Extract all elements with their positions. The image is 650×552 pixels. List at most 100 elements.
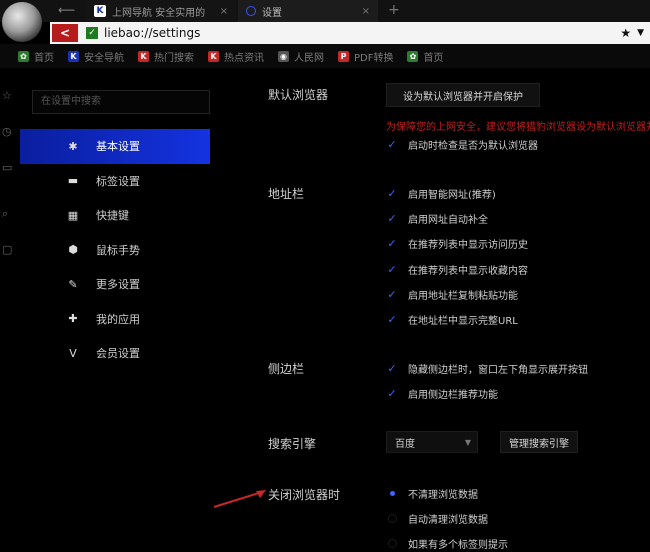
checkbox-option[interactable]: ✓ 在推荐列表中显示访问历史 xyxy=(386,236,528,251)
checkbox-checked-icon[interactable]: ✓ xyxy=(386,288,398,301)
tab-navigation[interactable]: K 上网导航 安全实用的 × xyxy=(86,0,236,22)
bookmark-star-icon[interactable]: ★ xyxy=(620,26,631,40)
section-address-bar: 地址栏 xyxy=(268,187,305,201)
bookmark-label: PDF转换 xyxy=(354,52,394,64)
url-input[interactable]: liebao://settings xyxy=(104,26,200,40)
chevron-down-icon: ▼ xyxy=(464,437,471,447)
address-bar: < ✓ liebao://settings ★ ▼ xyxy=(50,22,650,44)
leaf-icon: ✿ xyxy=(18,50,29,62)
annotation-arrow-icon xyxy=(213,490,266,508)
wrench-icon: ✎ xyxy=(68,277,78,291)
option-label: 启用智能网址(推荐) xyxy=(408,190,496,201)
browser-logo-icon[interactable] xyxy=(2,2,42,42)
checkbox-option[interactable]: ✓ 在地址栏中显示完整URL xyxy=(386,312,518,327)
nav-item[interactable]: ▬ 标签设置 xyxy=(20,164,210,199)
option-label: 在地址栏中显示完整URL xyxy=(408,316,518,327)
pdf-icon: P xyxy=(338,50,349,62)
section-on-close: 关闭浏览器时 xyxy=(268,488,341,502)
checkbox-checked-icon[interactable]: ✓ xyxy=(386,263,398,276)
nav-item[interactable]: ✱ 基本设置 xyxy=(20,129,210,164)
option-label: 自动清理浏览数据 xyxy=(408,515,488,526)
liebao-k-icon: K xyxy=(94,5,106,17)
clock-icon[interactable]: ◷ xyxy=(2,126,14,138)
checkbox-option[interactable]: ✓ 启用智能网址(推荐) xyxy=(386,186,496,201)
option-label: 如果有多个标签则提示 xyxy=(408,540,508,551)
option-label: 启用侧边栏推荐功能 xyxy=(408,390,498,401)
bookmark-item[interactable]: P PDF转换 xyxy=(338,49,393,64)
search-engine-select[interactable]: 百度 ▼ xyxy=(386,431,478,453)
settings-search-input[interactable]: 在设置中搜索 xyxy=(32,90,210,114)
liebao-k-icon: K xyxy=(138,50,149,62)
set-default-browser-button[interactable]: 设为默认浏览器并开启保护 xyxy=(386,83,540,107)
checkbox-checked-icon[interactable]: ✓ xyxy=(386,212,398,225)
bookmark-item[interactable]: K 热门搜索 xyxy=(138,49,194,64)
checkbox-checked-icon[interactable]: ✓ xyxy=(386,237,398,250)
nav-item[interactable]: ▦ 快捷键 xyxy=(20,198,210,233)
puzzle-icon: ✚ xyxy=(68,312,78,326)
checkbox-option[interactable]: ✓ 启用网址自动补全 xyxy=(386,211,488,226)
bookmark-label: 热门搜索 xyxy=(154,52,194,64)
nav-item[interactable]: V 会员设置 xyxy=(20,336,210,371)
tab-settings[interactable]: 设置 × xyxy=(238,0,378,22)
mouse-icon: ⬢ xyxy=(68,243,78,257)
checkbox-checked-icon[interactable]: ✓ xyxy=(386,387,398,400)
back-arrow-icon[interactable]: ⟵ xyxy=(58,3,75,17)
default-browser-warning: 为保障您的上网安全，建议您将猎豹浏览器设为默认浏览器并开启保护 xyxy=(386,122,650,133)
section-sidebar: 侧边栏 xyxy=(268,362,305,376)
tab-title: 设置 xyxy=(262,7,282,19)
radio-selected-icon[interactable] xyxy=(386,488,398,500)
close-icon[interactable]: × xyxy=(220,6,228,17)
radio-option[interactable]: 自动清理浏览数据 xyxy=(386,511,488,526)
nav-item-label: 快捷键 xyxy=(96,209,129,223)
checkbox-checked-icon[interactable]: ✓ xyxy=(386,187,398,200)
bookmark-item[interactable]: ✿ 首页 xyxy=(18,49,54,64)
back-button[interactable]: < xyxy=(52,24,78,42)
search-icon[interactable]: ⌕ xyxy=(2,208,14,220)
new-tab-icon[interactable]: + xyxy=(388,2,400,18)
chat-icon[interactable]: ▢ xyxy=(2,244,14,256)
bookmark-label: 安全导航 xyxy=(84,52,124,64)
nav-item[interactable]: ✎ 更多设置 xyxy=(20,267,210,302)
nav-item-label: 标签设置 xyxy=(96,174,140,188)
check-default-option[interactable]: ✓ 启动时检查是否为默认浏览器 xyxy=(386,137,538,152)
gear-icon: ✱ xyxy=(68,139,78,153)
tab-title: 上网导航 安全实用的 xyxy=(112,7,206,19)
bookmark-item[interactable]: K 热点资讯 xyxy=(208,49,264,64)
bookmarks-bar: ✿ 首页 K 安全导航 K 热门搜索 K 热点资讯 ◉ 人民网 P PDF转换 ✿ 首页 xyxy=(0,44,650,68)
checkbox-option[interactable]: ✓ 启用侧边栏推荐功能 xyxy=(386,386,498,401)
nav-item-label: 基本设置 xyxy=(96,140,140,154)
checkbox-option[interactable]: ✓ 在推荐列表中显示收藏内容 xyxy=(386,262,528,277)
tab-strip: ⟵ K 上网导航 安全实用的 × 设置 × + xyxy=(0,0,650,22)
nav-item[interactable]: ✚ 我的应用 xyxy=(20,302,210,337)
bookmark-item[interactable]: K 安全导航 xyxy=(68,49,124,64)
folder-icon[interactable]: ▭ xyxy=(2,162,14,174)
checkbox-option[interactable]: ✓ 启用地址栏复制粘贴功能 xyxy=(386,287,518,302)
bookmark-item[interactable]: ◉ 人民网 xyxy=(278,49,324,64)
checkbox-checked-icon[interactable]: ✓ xyxy=(386,313,398,326)
option-label: 在推荐列表中显示收藏内容 xyxy=(408,266,528,277)
keyboard-icon: ▦ xyxy=(67,208,79,222)
checkbox-checked-icon[interactable]: ✓ xyxy=(386,138,398,151)
nav-item-label: 会员设置 xyxy=(96,347,140,361)
chevron-down-icon[interactable]: ▼ xyxy=(637,28,644,38)
star-icon[interactable]: ☆ xyxy=(2,90,14,102)
monitor-icon: ▬ xyxy=(67,174,79,188)
bookmark-label: 首页 xyxy=(423,52,444,64)
bookmark-item[interactable]: ✿ 首页 xyxy=(407,49,443,64)
radio-option[interactable]: 如果有多个标签则提示 xyxy=(386,536,508,551)
radio-unselected-icon[interactable] xyxy=(386,538,398,550)
checkbox-option[interactable]: ✓ 隐藏侧边栏时，窗口左下角显示展开按钮 xyxy=(386,361,588,376)
browser-sidebar: ☆ ◷ ▭ ⌕ ▢ xyxy=(0,68,16,552)
checkbox-checked-icon[interactable]: ✓ xyxy=(386,362,398,375)
option-label: 启用网址自动补全 xyxy=(408,215,488,226)
radio-option[interactable]: 不清理浏览数据 xyxy=(386,486,478,501)
close-icon[interactable]: × xyxy=(362,6,370,17)
option-label: 不清理浏览数据 xyxy=(408,490,478,501)
radio-unselected-icon[interactable] xyxy=(386,513,398,525)
option-label: 在推荐列表中显示访问历史 xyxy=(408,240,528,251)
manage-search-engine-button[interactable]: 管理搜索引擎 xyxy=(500,431,578,453)
nav-item-label: 鼠标手势 xyxy=(96,243,140,257)
nav-item[interactable]: ⬢ 鼠标手势 xyxy=(20,233,210,268)
section-default-browser: 默认浏览器 xyxy=(268,88,329,102)
section-search-engine: 搜索引擎 xyxy=(268,437,317,451)
